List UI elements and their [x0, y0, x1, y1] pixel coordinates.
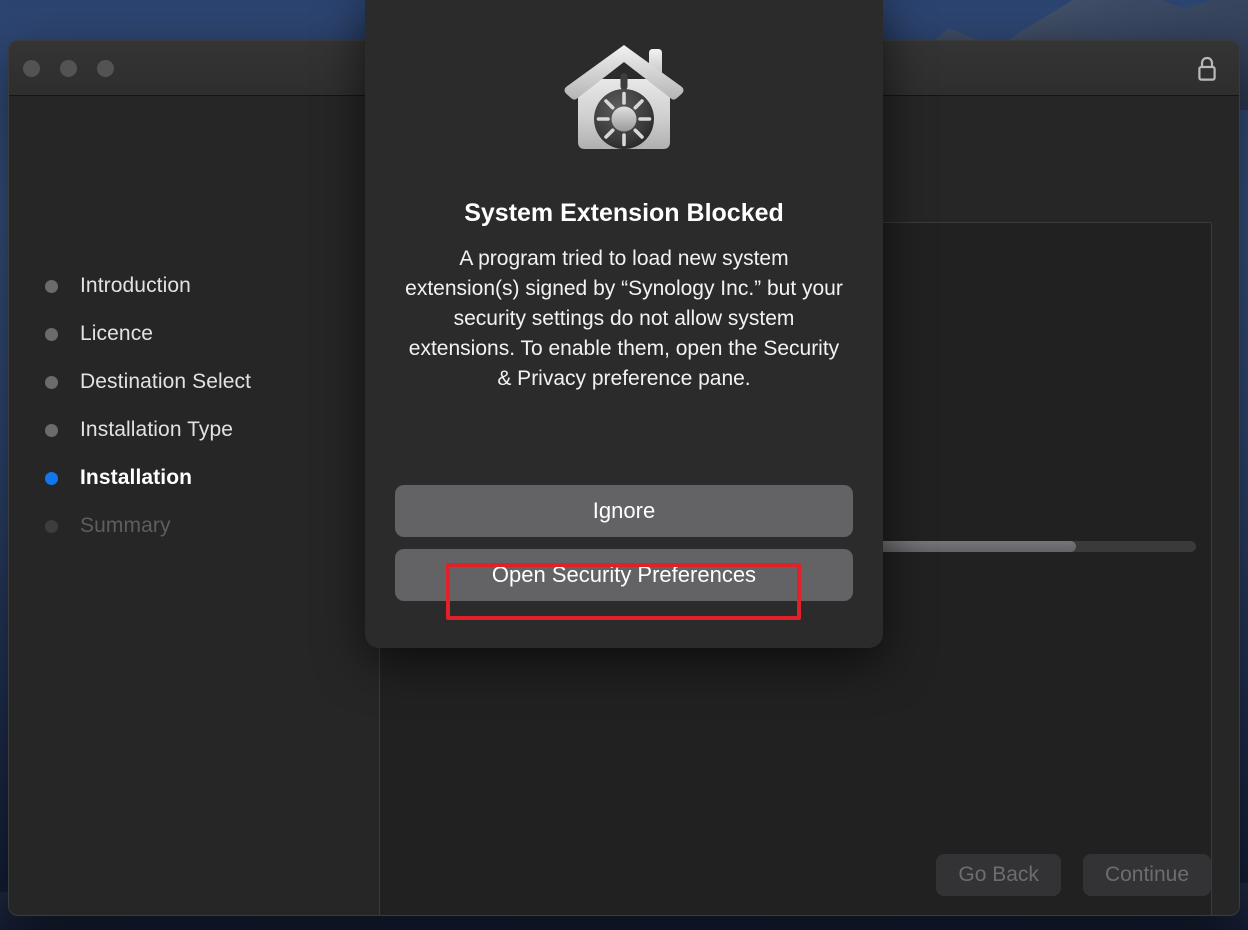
sidebar-item-label: Installation [80, 466, 193, 489]
installer-steps-sidebar: Introduction Licence Destination Select … [9, 96, 371, 915]
lock-icon[interactable] [1192, 54, 1222, 84]
dialog-title: System Extension Blocked [464, 199, 784, 227]
system-extension-blocked-dialog: System Extension Blocked A program tried… [365, 0, 883, 648]
traffic-light-buttons [23, 60, 114, 77]
sidebar-item-licence[interactable]: Licence [9, 310, 371, 358]
step-dot-icon [45, 519, 58, 533]
zoom-button[interactable] [97, 60, 114, 77]
sidebar-item-summary: Summary [9, 502, 371, 550]
step-dot-icon-active [45, 471, 58, 485]
sidebar-item-label: Destination Select [80, 370, 252, 393]
sidebar-item-label: Installation Type [80, 418, 234, 441]
ignore-button[interactable]: Ignore [395, 485, 853, 537]
sidebar-item-destination-select[interactable]: Destination Select [9, 358, 371, 406]
sidebar-item-label: Introduction [80, 274, 191, 297]
continue-button[interactable]: Continue [1082, 854, 1211, 896]
dialog-action-buttons: Ignore Open Security Preferences [395, 485, 853, 601]
step-dot-icon [45, 423, 58, 437]
sidebar-item-installation-type[interactable]: Installation Type [9, 406, 371, 454]
sidebar-item-label: Summary [80, 514, 171, 537]
step-dot-icon [45, 327, 58, 341]
sidebar-item-label: Licence [80, 322, 154, 345]
installer-footer-buttons: Go Back Continue [936, 854, 1211, 896]
step-dot-icon [45, 375, 58, 389]
sidebar-item-introduction[interactable]: Introduction [9, 262, 371, 310]
sidebar-item-installation[interactable]: Installation [9, 454, 371, 502]
step-dot-icon [45, 279, 58, 293]
close-button[interactable] [23, 60, 40, 77]
open-security-preferences-button[interactable]: Open Security Preferences [395, 549, 853, 601]
dialog-message: A program tried to load new system exten… [405, 247, 843, 390]
house-safe-security-icon [558, 37, 690, 159]
minimize-button[interactable] [60, 60, 77, 77]
go-back-button[interactable]: Go Back [936, 854, 1061, 896]
